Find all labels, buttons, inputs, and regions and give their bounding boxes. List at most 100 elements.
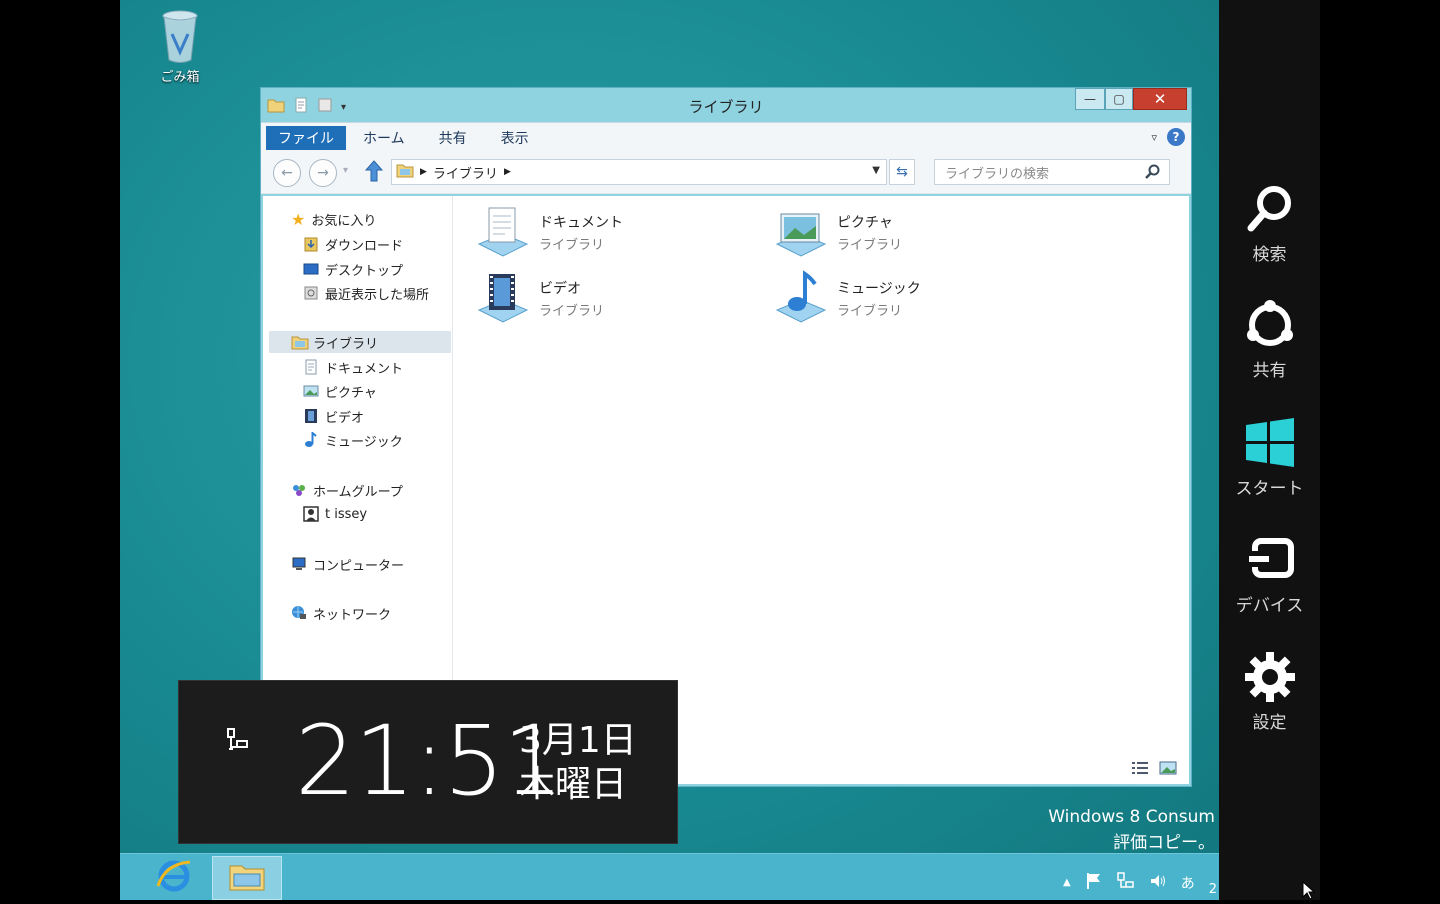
nav-computer[interactable]: コンピューター [291,553,404,575]
nav-label: 最近表示した場所 [325,287,430,303]
taskbar-file-explorer[interactable] [212,856,282,900]
breadcrumb-libraries[interactable]: ライブラリ [433,163,498,182]
pictures-library-icon [773,204,829,260]
library-videos[interactable]: ビデオ ライブラリ [475,270,604,326]
library-name: ピクチャ [837,215,893,231]
nav-label: ピクチャ [325,385,377,401]
taskbar-clock-fragment[interactable]: 2 [1209,882,1217,897]
nav-recent-places[interactable]: 最近表示した場所 [303,282,429,304]
nav-label: ドキュメント [325,361,404,377]
charm-settings[interactable]: 設定 [1219,650,1320,733]
watermark-line1: Windows 8 Consum [1048,807,1215,827]
nav-pictures[interactable]: ピクチャ [303,380,377,402]
nav-downloads[interactable]: ダウンロード [303,233,403,255]
nav-label: t issey [325,506,368,522]
nav-desktop[interactable]: デスクトップ [303,258,403,280]
details-view-icon[interactable] [1131,760,1149,780]
library-type: ライブラリ [539,238,605,253]
gear-icon [1243,650,1297,704]
back-button[interactable]: ← [273,159,301,187]
expand-ribbon-icon[interactable]: ▿ [1151,131,1157,144]
network-tray-icon[interactable] [1116,871,1135,894]
ribbon-tabs: ファイル ホーム 共有 表示 ▿ ? [261,122,1191,152]
network-status-icon [225,727,253,757]
large-icons-view-icon[interactable] [1159,760,1177,780]
desktop-icon [303,261,319,277]
volume-icon[interactable] [1149,872,1167,894]
action-center-flag-icon[interactable] [1085,872,1103,894]
address-bar[interactable]: ▶ ライブラリ ▶ ▼ [391,159,887,185]
pictures-icon [303,383,319,399]
star-icon: ★ [291,209,306,229]
nav-music[interactable]: ミュージック [303,429,403,451]
breadcrumb-separator-icon: ▶ [503,167,511,177]
up-arrow-icon[interactable] [364,160,384,186]
recent-places-icon [303,285,319,301]
charm-share[interactable]: 共有 [1219,298,1320,381]
library-pictures[interactable]: ピクチャ ライブラリ [773,204,902,260]
show-hidden-icons-icon[interactable]: ▲ [1063,877,1071,888]
network-icon [291,605,307,621]
user-icon [303,506,319,522]
title-bar[interactable]: ▾ ライブラリ — ▢ ✕ [261,88,1191,122]
window-controls: — ▢ ✕ [1075,88,1187,110]
homegroup-icon [291,482,307,498]
downloads-icon [303,236,319,252]
nav-label: ネットワーク [313,607,392,623]
search-icon [1145,164,1161,184]
charm-search[interactable]: 検索 [1219,182,1320,265]
nav-label: お気に入り [311,213,377,229]
library-type: ライブラリ [837,304,903,319]
clock-date-day: 3月1日 [519,720,637,761]
mouse-cursor-icon [1302,880,1316,904]
recycle-bin[interactable]: ごみ箱 [150,8,210,85]
tab-home[interactable]: ホーム [346,123,422,152]
address-row: ← → ▾ ▶ ライブラリ ▶ ▼ ⇆ ライブラリの検索 [261,152,1191,194]
tab-share[interactable]: 共有 [422,123,484,152]
nav-homegroup[interactable]: ホームグループ [291,479,403,501]
tab-view[interactable]: 表示 [484,123,546,152]
library-music[interactable]: ミュージック ライブラリ [773,270,921,326]
nav-label: ビデオ [325,410,365,426]
recent-locations-icon[interactable]: ▾ [343,165,348,176]
nav-documents[interactable]: ドキュメント [303,356,403,378]
taskbar-internet-explorer[interactable] [150,856,198,898]
nav-label: ミュージック [325,434,403,450]
nav-label: デスクトップ [325,263,404,279]
taskbar: ▲ あ 2 [120,853,1219,900]
nav-label: ダウンロード [325,238,404,254]
screen: ごみ箱 Windows 8 Consum 評価コピー。 ▾ ライブラリ — ▢ … [0,0,1440,900]
close-button[interactable]: ✕ [1133,88,1187,110]
charm-label: デバイス [1235,596,1304,616]
file-explorer-icon [228,860,266,896]
nav-videos[interactable]: ビデオ [303,405,364,427]
music-icon [303,430,319,448]
charm-start[interactable]: スタート [1219,416,1320,499]
tab-file[interactable]: ファイル [266,126,346,150]
ime-indicator[interactable]: あ [1181,873,1195,893]
library-folder-icon [396,162,414,182]
window-title: ライブラリ [688,98,764,116]
maximize-button[interactable]: ▢ [1105,88,1133,110]
library-type: ライブラリ [539,304,605,319]
libraries-icon [291,334,309,350]
search-box[interactable]: ライブラリの検索 [934,159,1170,185]
nav-user[interactable]: t issey [303,503,367,525]
forward-button[interactable]: → [309,159,337,187]
nav-label: ライブラリ [313,336,379,352]
help-icon[interactable]: ? [1167,128,1185,146]
charm-label: スタート [1235,479,1304,499]
nav-network[interactable]: ネットワーク [291,602,391,624]
computer-icon [291,556,307,572]
library-documents[interactable]: ドキュメント ライブラリ [475,204,623,260]
library-name: ビデオ [539,281,581,297]
minimize-button[interactable]: — [1075,88,1105,110]
nav-label: コンピューター [313,558,405,574]
nav-libraries[interactable]: ライブラリ [269,331,451,353]
address-dropdown-icon[interactable]: ▼ [872,165,880,176]
refresh-button[interactable]: ⇆ [889,159,915,185]
charm-devices[interactable]: デバイス [1219,533,1320,616]
charms-bar: 検索 共有 スタート デバイス 設定 [1219,0,1320,900]
recycle-bin-icon [160,8,200,64]
nav-favorites[interactable]: ★ お気に入り [291,208,376,230]
